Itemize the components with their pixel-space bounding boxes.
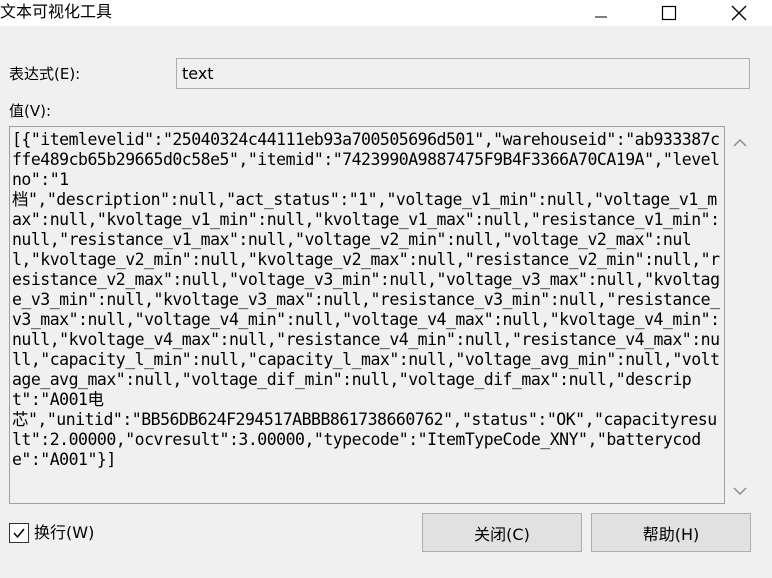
expression-input[interactable] xyxy=(176,58,750,89)
value-text[interactable]: [{"itemlevelid":"25040324c44111eb93a7005… xyxy=(12,130,720,470)
close-icon xyxy=(731,5,747,21)
chevron-up-icon xyxy=(733,139,747,147)
maximize-icon xyxy=(661,5,677,21)
checkmark-icon xyxy=(13,528,25,539)
minimize-button[interactable] xyxy=(572,0,630,26)
word-wrap-label[interactable]: 换行(W) xyxy=(34,523,94,543)
close-button[interactable]: 关闭(C) xyxy=(422,513,582,552)
window-title: 文本可视化工具 xyxy=(0,2,113,21)
maximize-button[interactable] xyxy=(640,0,698,26)
value-textarea[interactable]: [{"itemlevelid":"25040324c44111eb93a7005… xyxy=(9,126,725,504)
close-window-button[interactable] xyxy=(710,0,768,26)
text-visualizer-dialog: 文本可视化工具 表达式(E): 值(V): [{"itemlevelid":"2… xyxy=(0,0,772,578)
chevron-down-icon xyxy=(733,487,747,495)
scroll-up-button[interactable] xyxy=(727,130,753,156)
value-label: 值(V): xyxy=(9,102,52,120)
value-scrollbar[interactable] xyxy=(727,126,753,504)
expression-label: 表达式(E): xyxy=(9,65,81,83)
minimize-icon xyxy=(595,16,607,18)
word-wrap-checkbox[interactable] xyxy=(9,523,29,543)
title-bar: 文本可视化工具 xyxy=(0,0,772,26)
help-button[interactable]: 帮助(H) xyxy=(591,513,751,552)
scroll-down-button[interactable] xyxy=(727,478,753,504)
